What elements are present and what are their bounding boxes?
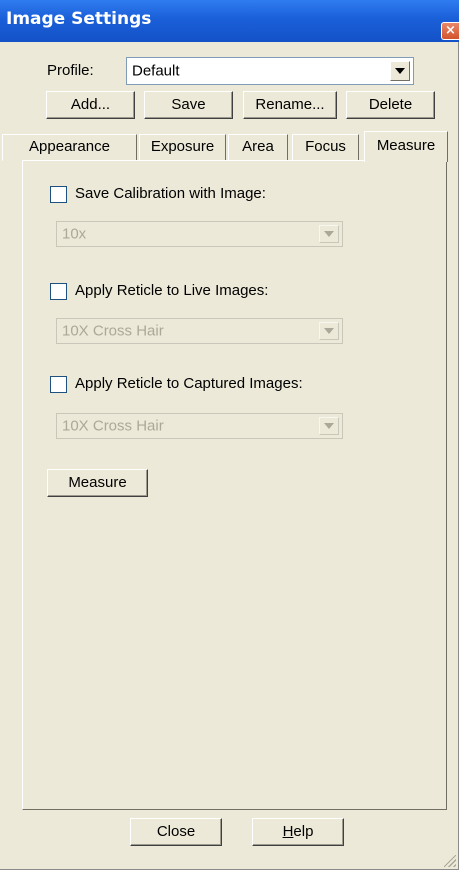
help-button[interactable]: Help	[252, 818, 344, 846]
title-bar[interactable]: Image Settings ×	[0, 0, 459, 42]
profile-label: Profile:	[47, 62, 94, 79]
calibration-select-value: 10x	[62, 225, 87, 243]
chevron-down-icon	[319, 417, 339, 435]
rename-profile-button[interactable]: Rename...	[243, 91, 337, 119]
save-profile-button[interactable]: Save	[144, 91, 233, 119]
tab-appearance[interactable]: Appearance	[2, 134, 137, 161]
reticle-live-select: 10X Cross Hair	[56, 318, 343, 344]
help-mnemonic: H	[282, 823, 294, 840]
measure-button[interactable]: Measure	[47, 469, 148, 497]
save-calibration-label: Save Calibration with Image:	[75, 185, 266, 202]
chevron-down-icon	[319, 225, 339, 243]
save-calibration-checkbox[interactable]	[50, 186, 67, 203]
chevron-down-icon[interactable]	[390, 61, 410, 81]
tab-measure[interactable]: Measure	[364, 131, 448, 162]
help-label: elp	[293, 823, 314, 840]
close-button[interactable]: Close	[130, 818, 222, 846]
reticle-captured-checkbox[interactable]	[50, 376, 67, 393]
reticle-live-label: Apply Reticle to Live Images:	[75, 282, 269, 299]
profile-select-value: Default	[132, 62, 180, 80]
add-profile-button[interactable]: Add...	[46, 91, 135, 119]
calibration-select: 10x	[56, 221, 343, 247]
reticle-live-checkbox[interactable]	[50, 283, 67, 300]
resize-grip-icon[interactable]	[444, 855, 456, 867]
reticle-captured-select: 10X Cross Hair	[56, 413, 343, 439]
close-window-button[interactable]: ×	[441, 22, 459, 40]
tab-exposure[interactable]: Exposure	[139, 134, 226, 161]
close-icon: ×	[445, 23, 456, 38]
profile-select[interactable]: Default	[126, 57, 414, 85]
reticle-captured-label: Apply Reticle to Captured Images:	[75, 375, 303, 392]
window-title: Image Settings	[6, 9, 152, 29]
tab-focus[interactable]: Focus	[292, 134, 359, 161]
delete-profile-button[interactable]: Delete	[346, 91, 435, 119]
reticle-live-select-value: 10X Cross Hair	[62, 322, 164, 340]
tab-area[interactable]: Area	[228, 134, 288, 161]
tab-strip: Appearance Exposure Area Focus Measure	[0, 131, 459, 162]
chevron-down-icon	[319, 322, 339, 340]
reticle-captured-select-value: 10X Cross Hair	[62, 417, 164, 435]
image-settings-window: Image Settings × Profile: Default Add...…	[0, 0, 459, 870]
